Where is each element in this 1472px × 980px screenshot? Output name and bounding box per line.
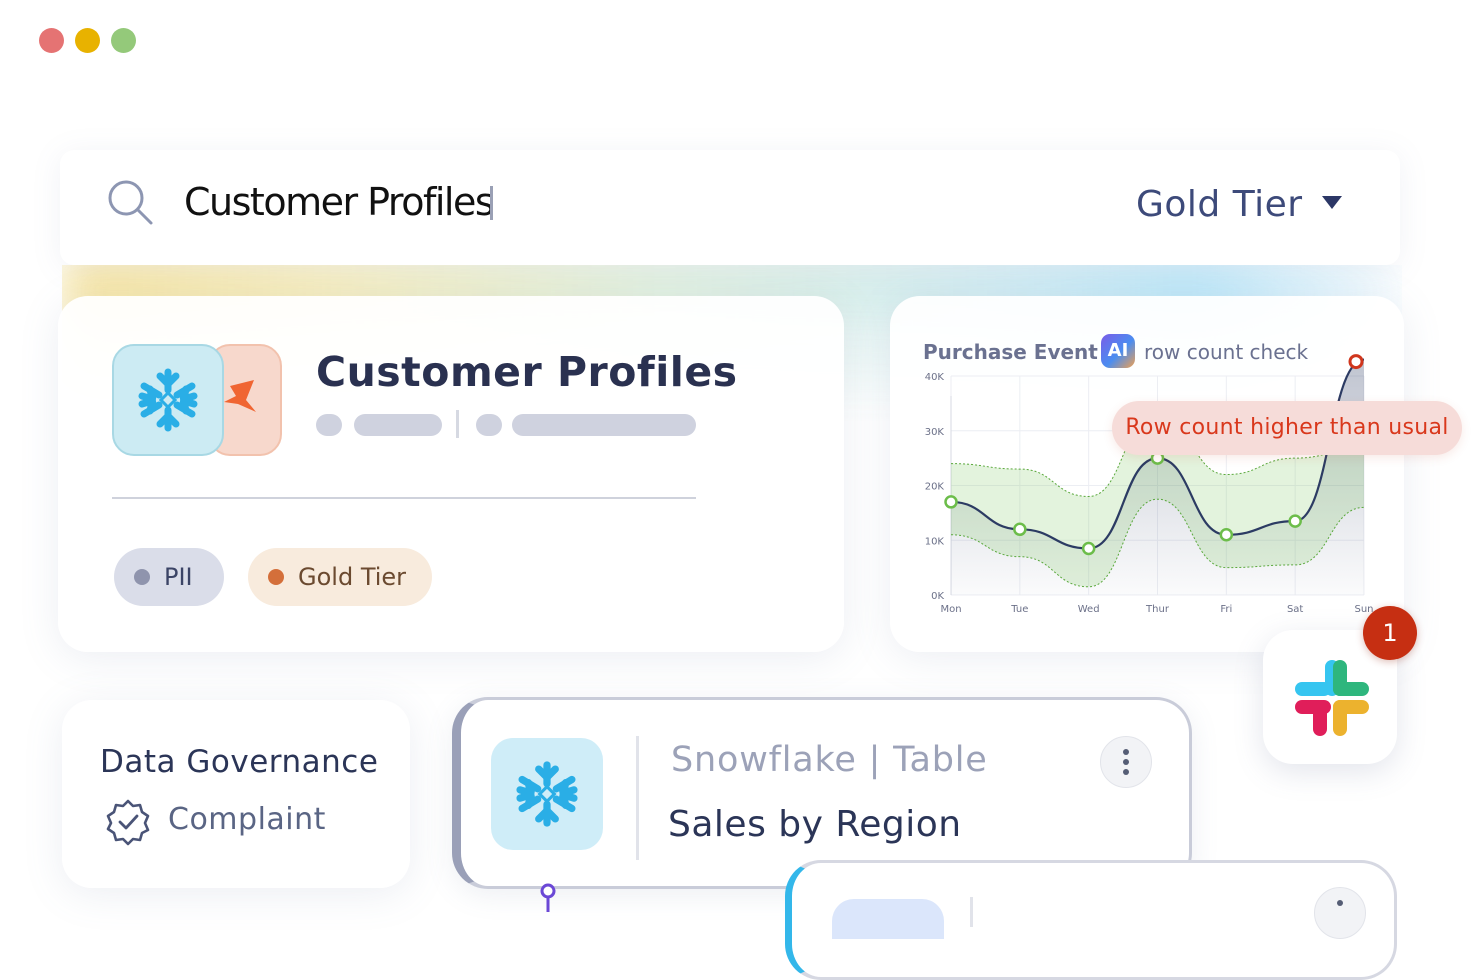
metadata-placeholder [354,414,442,436]
x-tick-label: Tue [1010,604,1028,615]
tier-filter-select[interactable]: Gold Tier [1136,184,1303,225]
governance-title: Data Governance [100,744,379,780]
window-minimize-button[interactable] [75,28,100,53]
snowflake-icon [491,738,603,850]
kebab-menu-icon[interactable] [1100,736,1152,788]
tag-gold-tier[interactable]: Gold Tier [248,548,432,606]
row-count-line-chart: 0K10K20K30K40KMon Tue Wed Thur Fri Sat Sun [925,354,1374,615]
data-point [944,495,958,509]
customer-profile-card[interactable]: Customer Profiles PII Gold Tier [58,296,844,652]
table-name: Sales by Region [668,804,962,845]
y-tick-label: 20K [925,482,945,493]
window-close-button[interactable] [39,28,64,53]
anomaly-point [1348,354,1364,370]
x-tick-label: Fri [1220,604,1232,615]
x-tick-label: Wed [1078,604,1100,615]
snowflake-icon [112,344,224,456]
asset-icon-placeholder [832,899,944,939]
search-input[interactable]: Customer Profiles [184,180,495,224]
row-count-monitor-card[interactable]: Purchase Event AI row count check 0K 10K 2… [890,296,1404,652]
anomaly-alert-tooltip: Row count higher than usual [1112,401,1462,455]
metadata-placeholder [476,414,502,436]
tag-label: Gold Tier [298,563,407,591]
tag-pii[interactable]: PII [114,548,224,606]
text-caret [490,186,493,220]
divider [970,897,973,927]
verified-badge-icon [106,799,150,846]
tag-dot [268,568,284,585]
table-source-type: Snowflake | Table [671,740,988,780]
metadata-placeholder [316,414,342,436]
divider [636,736,639,860]
search-bar: Customer Profiles Gold Tier [60,150,1400,265]
lineage-connector-icon [540,883,556,912]
y-tick-label: 0K [931,591,944,602]
data-point [1288,514,1302,528]
chevron-down-icon[interactable] [1322,196,1342,209]
divider [112,497,696,499]
metadata-placeholder [512,414,696,436]
tag-dot [134,568,150,585]
y-tick-label: 40K [925,372,945,383]
notification-count-badge: 1 [1363,606,1417,660]
kebab-menu-icon[interactable] [1314,887,1366,939]
compliance-status: Complaint [168,802,326,837]
data-point [1219,528,1234,542]
search-icon[interactable] [106,178,156,228]
x-tick-label: Sat [1287,604,1303,615]
data-governance-card[interactable]: Data Governance Complaint [62,700,410,888]
data-point [1013,522,1027,537]
y-tick-label: 30K [925,427,945,438]
y-tick-label: 10K [925,536,945,547]
window-maximize-button[interactable] [111,28,136,53]
page-title: Customer Profiles [316,348,738,396]
divider [456,410,459,438]
table-asset-card[interactable] [785,860,1397,980]
data-point [1081,541,1096,556]
tag-label: PII [164,563,193,591]
x-tick-label: Mon [940,604,961,615]
x-tick-label: Thur [1145,604,1170,615]
